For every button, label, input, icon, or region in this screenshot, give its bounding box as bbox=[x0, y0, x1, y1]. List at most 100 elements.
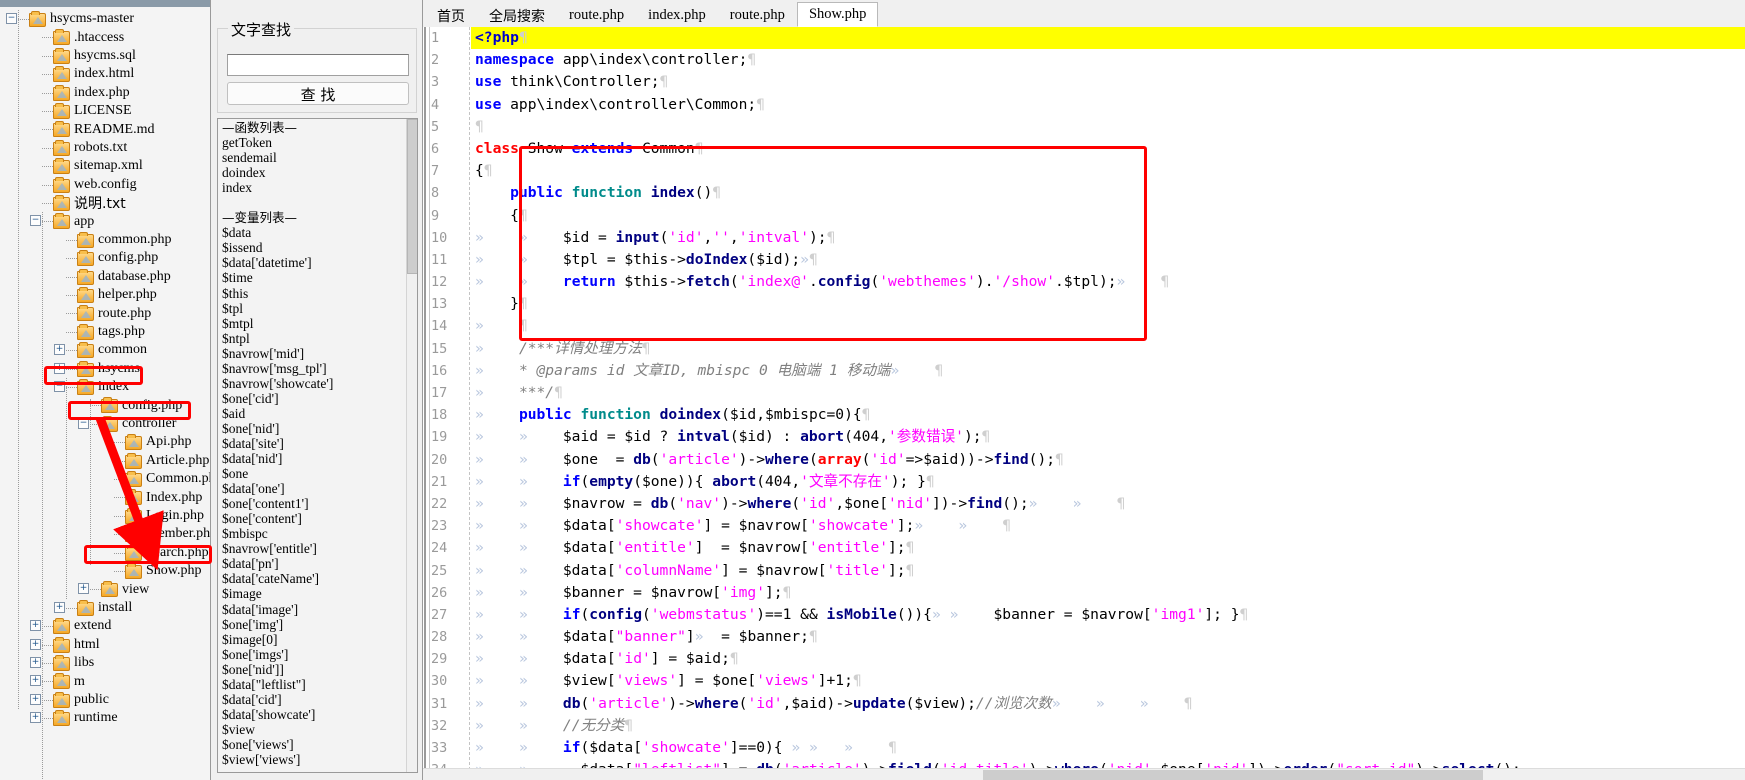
tree-item--txt[interactable]: 说明.txt bbox=[0, 194, 210, 212]
code-line[interactable]: » /***详情处理方法¶ bbox=[475, 338, 1745, 360]
symbol-list-item[interactable]: $this bbox=[222, 286, 405, 301]
code-line[interactable]: }¶ bbox=[475, 293, 1745, 315]
symbol-list-item[interactable]: $one['img'] bbox=[222, 617, 405, 632]
tree-item-hsycms-sql[interactable]: hsycms.sql bbox=[0, 47, 210, 65]
collapse-toggle-icon[interactable]: − bbox=[30, 215, 41, 227]
tree-item-view[interactable]: + view bbox=[0, 580, 210, 598]
file-tree-panel[interactable]: − hsycms-master .htaccess hsycms.sql index.h… bbox=[0, 0, 211, 780]
symbol-list-item[interactable]: $data['cid'] bbox=[222, 692, 405, 707]
tree-item-member-php[interactable]: Member.php bbox=[0, 525, 210, 543]
code-line[interactable]: <?php¶ bbox=[475, 27, 1745, 49]
symbol-list-item[interactable]: $navrow['showcate'] bbox=[222, 376, 405, 391]
expand-toggle-icon[interactable]: + bbox=[30, 693, 41, 705]
tree-item-config-php[interactable]: config.php bbox=[0, 396, 210, 414]
tree-item-config-php[interactable]: config.php bbox=[0, 249, 210, 267]
tree-item-extend[interactable]: + extend bbox=[0, 617, 210, 635]
code-line[interactable]: » » if(config('webmstatus')==1 && isMobi… bbox=[475, 604, 1745, 626]
expand-toggle-icon[interactable]: + bbox=[30, 620, 41, 632]
symbol-list-item[interactable]: $data['pn'] bbox=[222, 556, 405, 571]
code-horizontal-scroll-thumb[interactable] bbox=[983, 770, 1483, 780]
editor-tab-route-php[interactable]: route.php bbox=[717, 4, 797, 27]
expand-toggle-icon[interactable]: + bbox=[30, 638, 41, 650]
editor-tab--[interactable]: 首页 bbox=[425, 4, 477, 27]
tree-item-common-php[interactable]: common.php bbox=[0, 231, 210, 249]
code-text[interactable]: <?php¶ namespace app\index\controller;¶ us… bbox=[475, 27, 1745, 780]
code-line[interactable]: » » $tpl = $this->doIndex($id);»¶ bbox=[475, 249, 1745, 271]
tree-item-robots-txt[interactable]: robots.txt bbox=[0, 139, 210, 157]
tree-item-public[interactable]: + public bbox=[0, 691, 210, 709]
collapse-toggle-icon[interactable]: − bbox=[6, 13, 17, 24]
code-line[interactable]: namespace app\index\controller;¶ bbox=[475, 49, 1745, 71]
editor-tab-route-php[interactable]: route.php bbox=[557, 4, 637, 27]
symbol-list-item[interactable]: $one['nid'] bbox=[222, 421, 405, 436]
symbol-list-item[interactable]: $one['content1'] bbox=[222, 496, 405, 511]
symbol-list-item[interactable]: $one bbox=[222, 466, 405, 481]
editor-tab-index-php[interactable]: index.php bbox=[636, 4, 718, 27]
code-line[interactable]: » public function doindex($id,$mbispc=0)… bbox=[475, 404, 1745, 426]
symbol-list-item[interactable]: $view bbox=[222, 722, 405, 737]
symbol-list-item[interactable]: $data['cateName'] bbox=[222, 571, 405, 586]
symbol-list-item[interactable]: $navrow['entitle'] bbox=[222, 541, 405, 556]
tree-item-api-php[interactable]: Api.php bbox=[0, 433, 210, 451]
symbol-list-item[interactable]: —变量列表— bbox=[222, 210, 405, 225]
symbol-list-item[interactable]: $image bbox=[222, 586, 405, 601]
code-line[interactable]: » » //无分类¶ bbox=[475, 715, 1745, 737]
code-line[interactable]: {¶ bbox=[475, 160, 1745, 182]
code-line[interactable]: » » return $this->fetch('index@'.config(… bbox=[475, 271, 1745, 293]
code-line[interactable]: » » $one = db('article')->where(array('i… bbox=[475, 449, 1745, 471]
symbol-list-item[interactable]: $data['datetime'] bbox=[222, 255, 405, 270]
code-line[interactable]: » » if($data['showcate']==0){ » » » ¶ bbox=[475, 737, 1745, 759]
symbol-list-item[interactable]: —函数列表— bbox=[222, 120, 405, 135]
symbol-list-item[interactable]: $one['imgs'] bbox=[222, 647, 405, 662]
symbol-list-item[interactable]: $image[0] bbox=[222, 632, 405, 647]
expand-toggle-icon[interactable]: + bbox=[78, 583, 89, 595]
symbol-list-item[interactable]: $navrow['msg_tpl'] bbox=[222, 361, 405, 376]
find-button[interactable]: 查 找 bbox=[227, 82, 409, 105]
tree-item-index-html[interactable]: index.html bbox=[0, 65, 210, 83]
expand-toggle-icon[interactable]: + bbox=[54, 344, 65, 356]
tree-item-hsycms[interactable]: + hsycms bbox=[0, 360, 210, 378]
code-line[interactable]: » » db('article')->where('id',$aid)->upd… bbox=[475, 693, 1745, 715]
collapse-toggle-icon[interactable]: − bbox=[78, 417, 89, 429]
code-line[interactable]: » » $data['showcate'] = $navrow['showcat… bbox=[475, 515, 1745, 537]
symbol-list[interactable]: —函数列表— getToken sendemail doindex index —变量列… bbox=[222, 120, 405, 767]
code-line[interactable]: » » $aid = $id ? intval($id) : abort(404… bbox=[475, 426, 1745, 448]
code-horizontal-scrollbar[interactable] bbox=[423, 768, 1745, 780]
tree-item--htaccess[interactable]: .htaccess bbox=[0, 28, 210, 46]
find-input[interactable] bbox=[227, 54, 409, 76]
symbol-list-item[interactable]: $one['content'] bbox=[222, 511, 405, 526]
tree-item-route-php[interactable]: route.php bbox=[0, 304, 210, 322]
symbol-list-item[interactable]: $data['nid'] bbox=[222, 451, 405, 466]
symbol-list-item[interactable]: $tpl bbox=[222, 301, 405, 316]
code-line[interactable]: » * @params id 文章ID, mbispc 0 电脑端 1 移动端»… bbox=[475, 360, 1745, 382]
code-line[interactable]: » » $view['views'] = $one['views']+1;¶ bbox=[475, 670, 1745, 692]
tree-item-login-php[interactable]: Login.php bbox=[0, 507, 210, 525]
code-line[interactable]: » » $data["banner"]» = $banner;¶ bbox=[475, 626, 1745, 648]
code-line[interactable]: {¶ bbox=[475, 205, 1745, 227]
tree-item-runtime[interactable]: + runtime bbox=[0, 709, 210, 727]
symbol-list-scrollbar[interactable] bbox=[406, 119, 417, 772]
symbol-list-item[interactable]: $view['views'] bbox=[222, 752, 405, 767]
symbol-list-item[interactable]: $navrow['mid'] bbox=[222, 346, 405, 361]
tree-item-common[interactable]: + common bbox=[0, 341, 210, 359]
symbol-list-item[interactable]: $data bbox=[222, 225, 405, 240]
expand-toggle-icon[interactable]: + bbox=[54, 362, 65, 374]
code-line[interactable]: use think\Controller;¶ bbox=[475, 71, 1745, 93]
symbol-list-item[interactable] bbox=[222, 195, 405, 210]
tree-item-article-php[interactable]: Article.php bbox=[0, 452, 210, 470]
tree-item-app[interactable]: − app bbox=[0, 212, 210, 230]
symbol-list-item[interactable]: $data['site'] bbox=[222, 436, 405, 451]
tree-item-readme-md[interactable]: README.md bbox=[0, 120, 210, 138]
code-line[interactable]: ¶ bbox=[475, 116, 1745, 138]
code-line[interactable]: » » $navrow = db('nav')->where('id',$one… bbox=[475, 493, 1745, 515]
tree-item-controller[interactable]: − controller bbox=[0, 415, 210, 433]
tree-item-index-php[interactable]: index.php bbox=[0, 84, 210, 102]
tree-item-helper-php[interactable]: helper.php bbox=[0, 286, 210, 304]
code-line[interactable]: class Show extends Common¶ bbox=[475, 138, 1745, 160]
symbol-list-item[interactable]: $one['views'] bbox=[222, 737, 405, 752]
tree-item-web-config[interactable]: web.config bbox=[0, 176, 210, 194]
code-line[interactable]: » » $data['entitle'] = $navrow['entitle'… bbox=[475, 537, 1745, 559]
tree-item-index-php[interactable]: Index.php bbox=[0, 488, 210, 506]
symbol-list-item[interactable]: sendemail bbox=[222, 150, 405, 165]
tree-item-m[interactable]: + m bbox=[0, 672, 210, 690]
